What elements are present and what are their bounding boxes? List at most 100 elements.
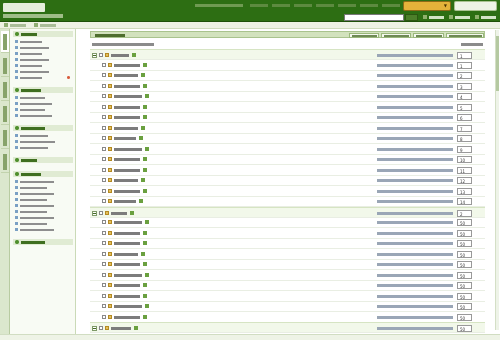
row-operations[interactable] [377,54,453,57]
row-operations[interactable] [377,168,453,172]
row-checkbox[interactable] [99,326,103,330]
panel-action-button[interactable] [381,33,411,38]
row-checkbox[interactable] [102,146,106,151]
quick-menu-select[interactable]: ▼ [403,1,451,11]
view-arrow-icon[interactable] [132,53,136,57]
category-name[interactable] [111,327,131,330]
row-checkbox[interactable] [102,262,106,266]
sort-order-input[interactable]: 3 [457,82,472,90]
sidebar-item[interactable] [15,40,70,44]
category-name[interactable] [114,221,142,224]
sidebar-item[interactable] [15,96,70,100]
header-action-button[interactable] [449,15,473,20]
expand-toggle-icon[interactable] [92,53,97,58]
top-link[interactable] [316,4,334,7]
header-action-button[interactable] [423,15,447,20]
sidebar-group-header[interactable] [13,157,73,163]
view-arrow-icon[interactable] [130,210,134,215]
category-name[interactable] [114,84,140,88]
top-link[interactable] [272,4,290,7]
sidebar-item[interactable] [15,108,70,112]
sidebar-item[interactable] [15,210,70,214]
category-name[interactable] [111,54,129,57]
top-link[interactable] [382,4,400,7]
row-checkbox[interactable] [102,251,106,256]
row-checkbox[interactable] [102,293,106,298]
category-name[interactable] [114,105,140,109]
row-checkbox[interactable] [102,314,106,319]
row-operations[interactable] [377,221,453,224]
sort-order-input[interactable]: 50 [457,271,472,279]
view-arrow-icon[interactable] [143,104,147,109]
sidebar-item[interactable] [15,204,70,208]
row-operations[interactable] [377,263,453,266]
category-name[interactable] [114,168,140,172]
sidebar-group-header[interactable] [13,31,73,37]
sort-order-input[interactable]: 4 [457,93,472,100]
sidebar-item[interactable] [15,180,70,184]
sort-order-input[interactable]: 6 [457,114,472,121]
search-input[interactable] [344,14,404,21]
view-arrow-icon[interactable] [143,83,147,88]
row-checkbox[interactable] [102,94,106,98]
view-arrow-icon[interactable] [134,326,138,330]
category-name[interactable] [114,284,140,287]
row-checkbox[interactable] [102,220,106,224]
sort-order-input[interactable]: 10 [457,156,472,163]
view-arrow-icon[interactable] [143,167,147,172]
sidebar-item[interactable] [15,64,70,68]
row-checkbox[interactable] [102,304,106,308]
row-checkbox[interactable] [99,53,103,57]
sort-order-input[interactable]: 5 [457,103,472,111]
scrollbar[interactable] [495,30,499,330]
category-name[interactable] [114,242,140,245]
category-name[interactable] [114,179,138,182]
row-operations[interactable] [377,116,453,119]
category-name[interactable] [114,294,140,298]
row-checkbox[interactable] [102,104,106,109]
view-arrow-icon[interactable] [141,178,145,182]
close-button[interactable] [454,1,497,11]
vertical-tab[interactable] [1,103,9,125]
sidebar-item[interactable] [15,228,70,232]
row-operations[interactable] [377,84,453,88]
category-name[interactable] [114,158,140,161]
subbar-item[interactable] [4,23,30,28]
category-name[interactable] [114,116,140,119]
sort-order-input[interactable]: 2 [457,72,472,79]
view-arrow-icon[interactable] [143,188,147,193]
vertical-tab[interactable] [1,79,9,101]
category-name[interactable] [114,95,142,98]
view-arrow-icon[interactable] [143,241,147,245]
view-arrow-icon[interactable] [143,283,147,287]
panel-action-button[interactable] [446,33,484,38]
row-operations[interactable] [377,284,453,287]
view-arrow-icon[interactable] [143,314,147,319]
row-operations[interactable] [377,273,453,277]
category-name[interactable] [114,252,138,256]
row-checkbox[interactable] [102,241,106,245]
row-checkbox[interactable] [102,167,106,172]
view-arrow-icon[interactable] [143,62,147,67]
sort-order-input[interactable]: 50 [457,292,472,300]
category-name[interactable] [114,63,140,67]
category-name[interactable] [114,231,140,235]
sidebar-item[interactable] [15,46,70,50]
sort-order-input[interactable]: 14 [457,198,472,205]
row-operations[interactable] [377,74,453,77]
view-arrow-icon[interactable] [143,157,147,161]
sort-order-input[interactable]: 12 [457,177,472,184]
category-name[interactable] [114,74,138,77]
sidebar-group-header[interactable] [13,239,73,245]
sidebar-item[interactable] [15,222,70,226]
sidebar-item[interactable] [15,146,70,150]
category-name[interactable] [114,305,142,308]
vertical-tab[interactable] [1,127,9,149]
sidebar-group-header[interactable] [13,87,73,93]
sort-order-input[interactable]: 2 [457,209,472,217]
sidebar-item[interactable] [15,76,70,80]
header-action-button[interactable] [475,15,499,20]
row-checkbox[interactable] [102,73,106,77]
row-checkbox[interactable] [99,210,103,215]
sort-order-input[interactable]: 8 [457,135,472,142]
